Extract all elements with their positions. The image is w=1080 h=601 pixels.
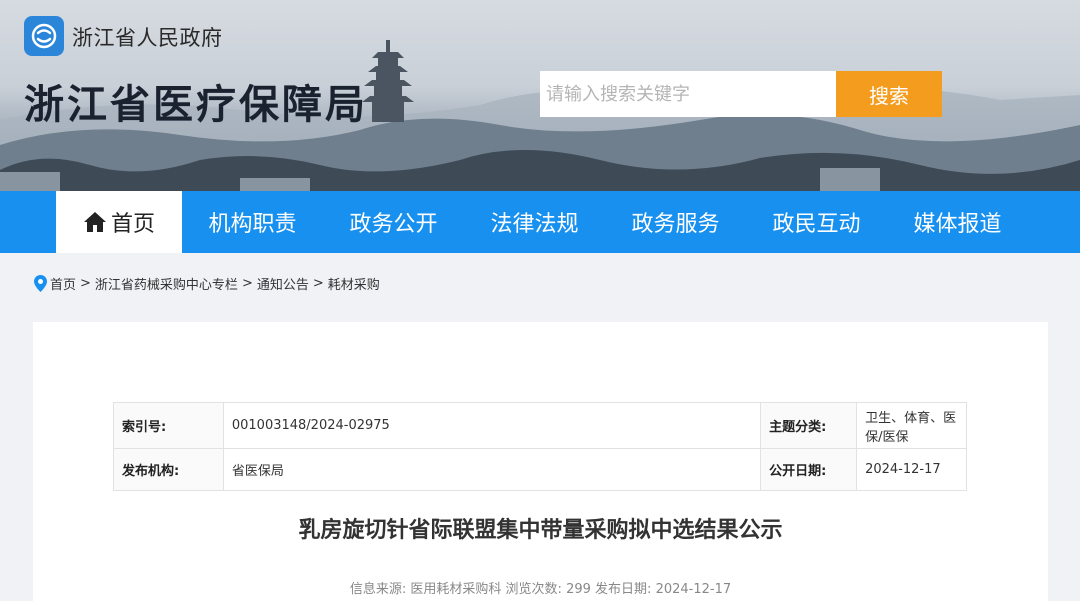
article-title: 乳房旋切针省际联盟集中带量采购拟中选结果公示 xyxy=(298,518,783,543)
nav-item-gov-affairs[interactable]: 政务公开 xyxy=(323,191,464,253)
breadcrumb-separator: > xyxy=(80,275,91,291)
nav-item-interaction[interactable]: 政民互动 xyxy=(746,191,887,253)
nav-item-label: 媒体报道 xyxy=(913,212,1002,237)
breadcrumb-consumables[interactable]: 耗材采购 xyxy=(328,274,380,293)
index-value: 001003148/2024-02975 xyxy=(222,402,762,449)
home-icon xyxy=(83,212,106,232)
breadcrumb: 首页 > 浙江省药械采购中心专栏 > 通知公告 > 耗材采购 xyxy=(34,273,380,293)
gov-logo[interactable] xyxy=(24,16,64,56)
breadcrumb-home[interactable]: 首页 xyxy=(50,274,76,293)
search-button[interactable]: 搜索 xyxy=(836,71,942,117)
views-count: 299 xyxy=(566,582,591,597)
location-pin-icon xyxy=(34,274,47,292)
nav-item-label: 政务服务 xyxy=(631,212,720,237)
breadcrumb-separator: > xyxy=(312,275,324,291)
table-row: 索引号: 001003148/2024-02975 主题分类: 卫生、体育、医保… xyxy=(113,402,967,449)
table-row: 发布机构: 省医保局 公开日期: 2024-12-17 xyxy=(113,448,967,491)
article-card: 索引号: 001003148/2024-02975 主题分类: 卫生、体育、医保… xyxy=(33,322,1048,601)
breadcrumb-separator: > xyxy=(241,275,253,291)
nav-item-services[interactable]: 政务服务 xyxy=(605,191,746,253)
emblem-icon xyxy=(31,23,57,49)
nav-item-institution[interactable]: 机构职责 xyxy=(182,191,323,253)
publisher-value: 省医保局 xyxy=(222,448,762,491)
article-info: 信息来源: 医用耗材采购科 浏览次数: 299 发布日期: 2024-12-17 xyxy=(33,578,1048,597)
main-nav: 首页 机构职责 政务公开 法律法规 政务服务 政民互动 媒体报道 xyxy=(0,191,1080,253)
nav-item-label: 法律法规 xyxy=(490,212,579,237)
nav-item-label: 政务公开 xyxy=(349,212,438,237)
meta-table: 索引号: 001003148/2024-02975 主题分类: 卫生、体育、医保… xyxy=(113,402,967,491)
search-input[interactable] xyxy=(540,71,836,117)
site-title: 浙江省医疗保障局 xyxy=(24,82,368,128)
topic-value: 卫生、体育、医保/医保 xyxy=(856,402,967,449)
breadcrumb-procurement-center[interactable]: 浙江省药械采购中心专栏 xyxy=(95,274,238,293)
topic-label: 主题分类: xyxy=(760,402,858,449)
info-source: 医用耗材采购科 xyxy=(410,582,502,597)
publisher-label: 发布机构: xyxy=(113,448,224,491)
header-banner: 浙江省人民政府 浙江省医疗保障局 搜索 xyxy=(0,0,1080,191)
gov-name[interactable]: 浙江省人民政府 xyxy=(72,22,223,52)
nav-item-laws[interactable]: 法律法规 xyxy=(464,191,605,253)
nav-item-label: 机构职责 xyxy=(208,212,297,237)
pubdate-label: 发布日期: xyxy=(595,582,652,597)
views-label: 浏览次数: xyxy=(505,582,562,597)
date-label: 公开日期: xyxy=(760,448,858,491)
nav-item-home[interactable]: 首页 xyxy=(56,191,182,253)
nav-item-label: 首页 xyxy=(110,212,155,237)
breadcrumb-notices[interactable]: 通知公告 xyxy=(257,274,309,293)
index-label: 索引号: xyxy=(113,402,224,449)
info-source-label: 信息来源: xyxy=(349,582,407,597)
pubdate: 2024-12-17 xyxy=(655,582,732,597)
nav-item-label: 政民互动 xyxy=(772,212,861,237)
nav-item-media[interactable]: 媒体报道 xyxy=(887,191,1028,253)
date-value: 2024-12-17 xyxy=(856,448,967,491)
